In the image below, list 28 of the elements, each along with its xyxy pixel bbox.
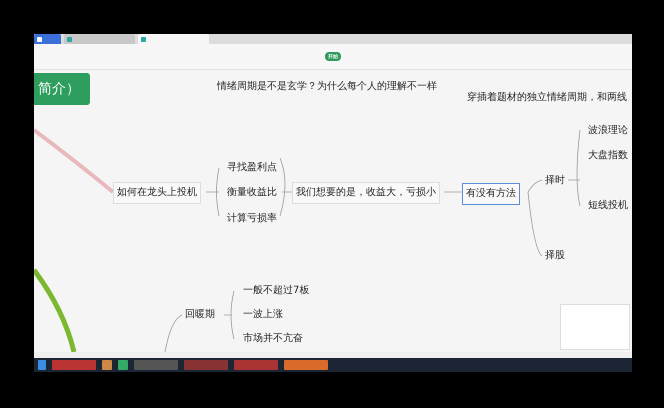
mind-map-node[interactable]: 计算亏损率 <box>224 209 280 229</box>
mind-map-node[interactable]: 衡量收益比 <box>224 183 280 203</box>
taskbar-app[interactable] <box>134 360 178 370</box>
start-icon[interactable] <box>38 360 46 370</box>
document-icon <box>141 36 146 42</box>
mind-map-node[interactable]: 回暖期 <box>182 305 218 325</box>
mind-map-node[interactable]: 寻找盈利点 <box>224 158 280 178</box>
taskbar-app[interactable] <box>284 360 328 370</box>
mind-map-node[interactable]: 短线投机 <box>585 196 631 216</box>
mind-map-node[interactable]: 波浪理论 <box>585 121 631 141</box>
taskbar-app[interactable] <box>184 360 228 370</box>
mind-map-node[interactable]: 市场并不亢奋 <box>240 329 306 349</box>
mind-map-node[interactable]: 如何在龙头上投机 <box>113 182 201 204</box>
mind-map-node[interactable]: 我们想要的是，收益大，亏损小 <box>292 182 440 204</box>
mind-map-node[interactable]: 择股 <box>542 246 568 266</box>
document-icon <box>67 36 72 42</box>
taskbar-app[interactable] <box>52 360 96 370</box>
mind-map-node[interactable]: 一般不超过7板 <box>240 281 312 301</box>
document-icon <box>37 36 42 42</box>
browser-tab[interactable] <box>34 34 61 44</box>
browser-tab[interactable] <box>138 34 209 44</box>
mind-map-node[interactable]: 一波上涨 <box>240 305 286 325</box>
mind-map-node[interactable]: 穿插着题材的独立情绪周期，和两线 <box>464 88 630 108</box>
mind-map-node[interactable]: 有没有方法 <box>462 183 520 205</box>
mind-map-node[interactable]: 大盘指数 <box>585 146 631 166</box>
mind-map-node[interactable]: 情绪周期是不是玄学？为什么每个人的理解不一样 <box>214 77 440 97</box>
taskbar-app[interactable] <box>234 360 278 370</box>
mind-map-node[interactable]: 择时 <box>542 171 568 191</box>
